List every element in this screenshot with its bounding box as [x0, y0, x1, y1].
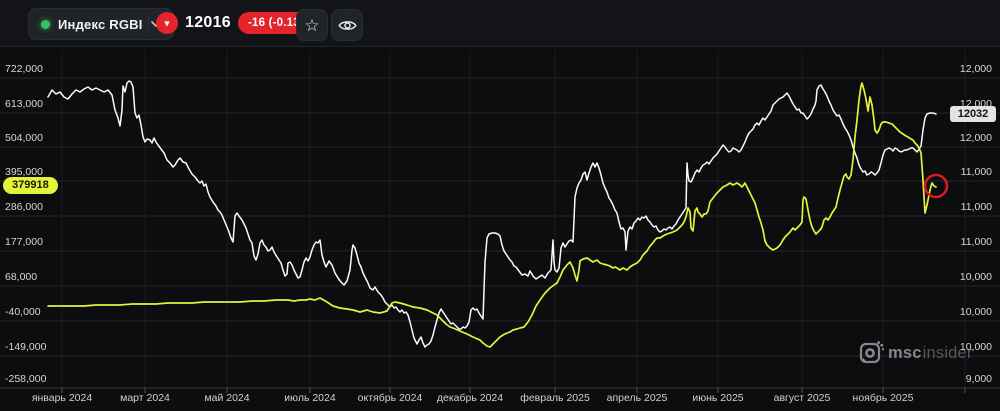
x-axis-label: апрель 2025	[606, 392, 668, 404]
last-price: 12016	[185, 14, 231, 31]
white-series-value-tag: 12032	[950, 106, 996, 122]
x-axis-label: февраль 2025	[520, 392, 590, 404]
left-axis-label: -149,000	[5, 341, 47, 353]
divider	[148, 13, 149, 33]
left-axis-label: -40,000	[5, 306, 41, 318]
mscinsider-logo-icon	[859, 341, 884, 364]
x-axis-label: октябрь 2024	[357, 392, 423, 404]
left-axis-label: 68,000	[5, 271, 38, 283]
chart-plot-area[interactable]	[0, 0, 1000, 411]
left-axis-label: 177,000	[5, 236, 43, 248]
left-axis-label: 504,000	[5, 132, 43, 144]
right-axis-label: 10,000	[959, 341, 992, 353]
price-down-icon: ▼	[156, 12, 178, 34]
right-axis-label: 12,000	[959, 63, 992, 75]
right-axis-label: 9,000	[965, 373, 992, 385]
x-axis-label: август 2025	[773, 392, 831, 404]
eye-icon	[337, 20, 357, 30]
x-axis-label: май 2024	[204, 392, 250, 404]
left-axis-label: 722,000	[5, 63, 43, 75]
right-axis-label: 11,000	[960, 201, 992, 213]
x-axis-label: июнь 2025	[692, 392, 744, 404]
right-axis-label: 12,000	[959, 132, 992, 144]
watermark: msc insider	[858, 340, 973, 366]
instrument-name: Индекс RGBI	[58, 16, 143, 32]
left-axis-label: 613,000	[5, 98, 43, 110]
watchlist-button[interactable]	[331, 9, 363, 41]
star-icon: ☆	[304, 15, 320, 35]
watermark-text-bold: msc	[888, 343, 922, 362]
x-axis-label: декабрь 2024	[436, 392, 504, 404]
right-axis-label: 11,000	[960, 166, 992, 178]
favorite-button[interactable]: ☆	[296, 9, 328, 41]
x-axis-label: январь 2024	[31, 392, 93, 404]
right-axis-label: 11,000	[960, 236, 992, 248]
left-axis-label: 286,000	[5, 201, 43, 213]
x-axis-label: июль 2024	[284, 392, 336, 404]
status-dot-icon	[41, 19, 50, 29]
toolbar: Индекс RGBI ▼ 12016 -16 (-0.13%) ☆	[0, 0, 1000, 47]
x-axis-label: март 2024	[120, 392, 170, 404]
yellow-series-value-tag: 379918	[3, 177, 58, 194]
right-axis-label: 10,000	[959, 306, 992, 318]
right-axis-label: 10,000	[959, 271, 992, 283]
left-axis-label: -258,000	[5, 373, 47, 385]
chart-screen: msc insider 722,000 613,000 504,000 395,000 2…	[0, 0, 1000, 411]
instrument-selector[interactable]: Индекс RGBI	[28, 8, 174, 40]
x-axis-label: ноябрь 2025	[852, 392, 914, 404]
